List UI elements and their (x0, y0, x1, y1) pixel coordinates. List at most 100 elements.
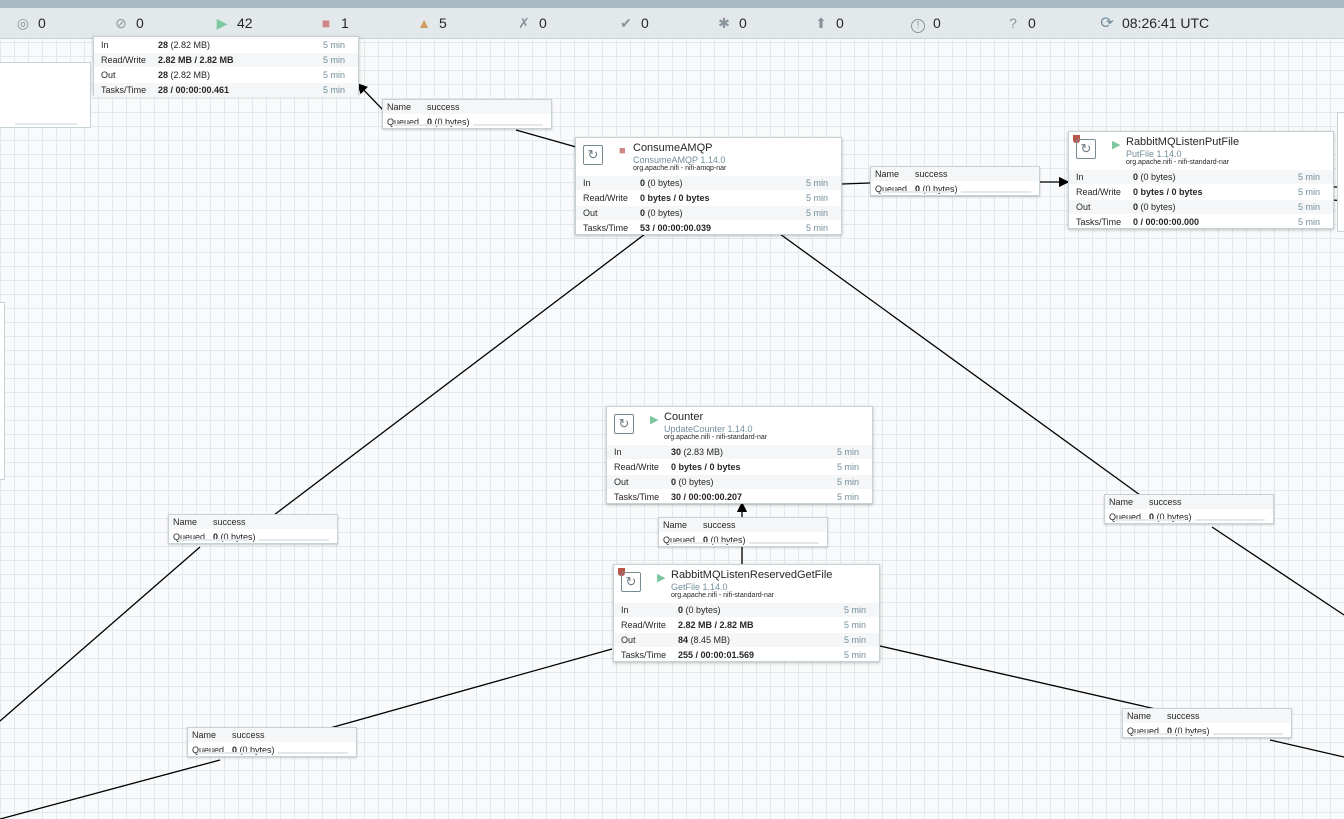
label: Out (614, 477, 629, 487)
time: 5 min (1297, 202, 1320, 212)
processor-rabbitmq-listen-putfile[interactable]: ↻ ▶ RabbitMQListenPutFile PutFile 1.14.0… (1068, 131, 1334, 229)
last-refreshed[interactable]: ⟳ 08:26:41 UTC (1100, 8, 1209, 39)
processor-bundle: org.apache.nifi - nifi-standard-nar (671, 592, 775, 599)
value: 255 / 00:00:01.569 (678, 650, 755, 660)
offscreen-processor[interactable] (0, 302, 5, 480)
connection-label[interactable]: Name success Queued 0 (0 bytes) (870, 166, 1040, 196)
connection-label[interactable]: Name success Queued 0 (0 bytes) (168, 514, 338, 544)
connection-line[interactable] (1211, 526, 1344, 616)
processor-partial[interactable]: In 28 (2.82 MB) 5 min Read/Write 2.82 MB / … (93, 36, 359, 97)
name-label: Name (663, 520, 688, 530)
queue-count-bar (179, 539, 249, 541)
connection-line[interactable] (273, 233, 646, 516)
label: In (621, 605, 629, 615)
stats-row-out: Out 84 (8.45 MB) 5 min (614, 632, 879, 647)
label: Out (101, 70, 116, 80)
connection-label[interactable]: Name success Queued 0 (0 bytes) (658, 517, 828, 547)
queue-size-bar (473, 124, 543, 126)
connection-line[interactable] (0, 759, 221, 819)
connection-label[interactable]: Name success Queued 0 (0 bytes) (187, 727, 357, 757)
not-transmitting-icon: ⊘ (115, 15, 127, 31)
connection-line[interactable] (1269, 739, 1344, 758)
name: success (703, 520, 736, 530)
invalid-count: 5 (439, 15, 447, 31)
up-to-date-icon: ✔ (620, 15, 632, 31)
processor-rabbitmq-listen-reserved-getfile[interactable]: ↻ ▶ RabbitMQListenReservedGetFile GetFil… (613, 564, 880, 662)
value: 0 (640, 178, 646, 188)
label: In (1076, 172, 1084, 182)
offscreen-processor[interactable] (0, 62, 91, 128)
stats-row-read-write: Read/Write 0 bytes / 0 bytes 5 min (1069, 184, 1333, 199)
queued-label: Queued (875, 184, 908, 194)
connection-line[interactable] (515, 129, 577, 148)
connection-line[interactable] (0, 546, 201, 722)
connection-line[interactable] (841, 182, 871, 185)
name-label: Name (192, 730, 217, 740)
processor-name: RabbitMQListenPutFile (1126, 136, 1240, 148)
up-to-date-count: 0 (641, 15, 649, 31)
time: 5 min (805, 223, 828, 233)
value: 0 (671, 477, 677, 487)
queued-label: Queued (173, 532, 206, 542)
stats-row-out: Out 28 (2.82 MB) 5 min (94, 67, 358, 82)
processor-counter[interactable]: ↻ ▶ Counter UpdateCounter 1.14.0 org.apa… (606, 406, 873, 504)
sub: (0 bytes) (647, 208, 683, 218)
connection-line[interactable] (329, 648, 613, 729)
time: 5 min (1297, 187, 1320, 197)
connection-line[interactable] (357, 83, 384, 111)
name-label: Name (1127, 711, 1152, 721)
connection-label[interactable]: Name success Queued 0 (0 bytes) (382, 99, 552, 129)
label: Tasks/Time (583, 223, 629, 233)
stats-row-in: In 30 (2.83 MB) 5 min (607, 444, 872, 459)
stale-count: 0 (836, 15, 844, 31)
stopped-stat: ■ 1 (319, 8, 349, 39)
connection-label[interactable]: Name success Queued 0 (0 bytes) (1104, 494, 1274, 524)
queued-label: Queued (387, 117, 420, 127)
value: 0 (1133, 172, 1139, 182)
disabled-icon: ✗ (518, 15, 530, 31)
value: 0 bytes / 0 bytes (1133, 187, 1203, 197)
invalid-stat: ▲ 5 (417, 8, 447, 39)
processor-type: GetFile 1.14.0 (671, 582, 728, 592)
time: 5 min (322, 70, 345, 80)
stats-row-in: In 0 (0 bytes) 5 min (614, 602, 879, 617)
processor-icon: ↻ (1076, 139, 1096, 159)
connection-line[interactable] (879, 645, 1161, 711)
time: 5 min (836, 447, 859, 457)
label: Tasks/Time (1076, 217, 1122, 227)
disabled-count: 0 (539, 15, 547, 31)
flow-canvas[interactable]: In 28 (2.82 MB) 5 min Read/Write 2.82 MB / … (0, 36, 1344, 819)
label: Read/Write (1076, 187, 1121, 197)
stats-row-in: In 0 (0 bytes) 5 min (1069, 169, 1333, 184)
sub: (0 bytes) (678, 477, 714, 487)
name-label: Name (387, 102, 412, 112)
processor-type: ConsumeAMQP 1.14.0 (633, 155, 726, 165)
label: Out (1076, 202, 1091, 212)
value: 84 (678, 635, 689, 645)
stats-row-read-write: Read/Write 2.82 MB / 2.82 MB 5 min (94, 52, 358, 67)
time: 5 min (805, 208, 828, 218)
not-transmitting-stat: ⊘ 0 (114, 8, 144, 39)
value: 28 / 00:00:00.461 (158, 85, 230, 95)
label: Read/Write (614, 462, 659, 472)
offscreen-processor[interactable] (1337, 112, 1344, 232)
label: Tasks/Time (621, 650, 667, 660)
locally-modified-icon: ✱ (718, 15, 730, 31)
processor-name: ConsumeAMQP (633, 142, 713, 154)
queued-label: Queued (1127, 726, 1160, 736)
sub: (2.83 MB) (683, 447, 724, 457)
stats-row-read-write: Read/Write 0 bytes / 0 bytes 5 min (576, 190, 841, 205)
sub: (2.82 MB) (170, 70, 211, 80)
connection-label[interactable]: Name success Queued 0 (0 bytes) (1122, 708, 1292, 738)
running-stat: ▶ 42 (215, 8, 253, 39)
stats-row-in: In 0 (0 bytes) 5 min (576, 175, 841, 190)
processor-consume-amqp[interactable]: ↻ ■ ConsumeAMQP ConsumeAMQP 1.14.0 org.a… (575, 137, 842, 235)
refresh-icon[interactable]: ⟳ (1100, 8, 1114, 39)
time: 5 min (805, 178, 828, 188)
sub: (2.82 MB) (170, 40, 211, 50)
time: 5 min (843, 620, 866, 630)
transmitting-stat: ◎ 0 (16, 8, 46, 39)
processor-icon: ↻ (621, 572, 641, 592)
name: success (232, 730, 265, 740)
time: 5 min (843, 650, 866, 660)
